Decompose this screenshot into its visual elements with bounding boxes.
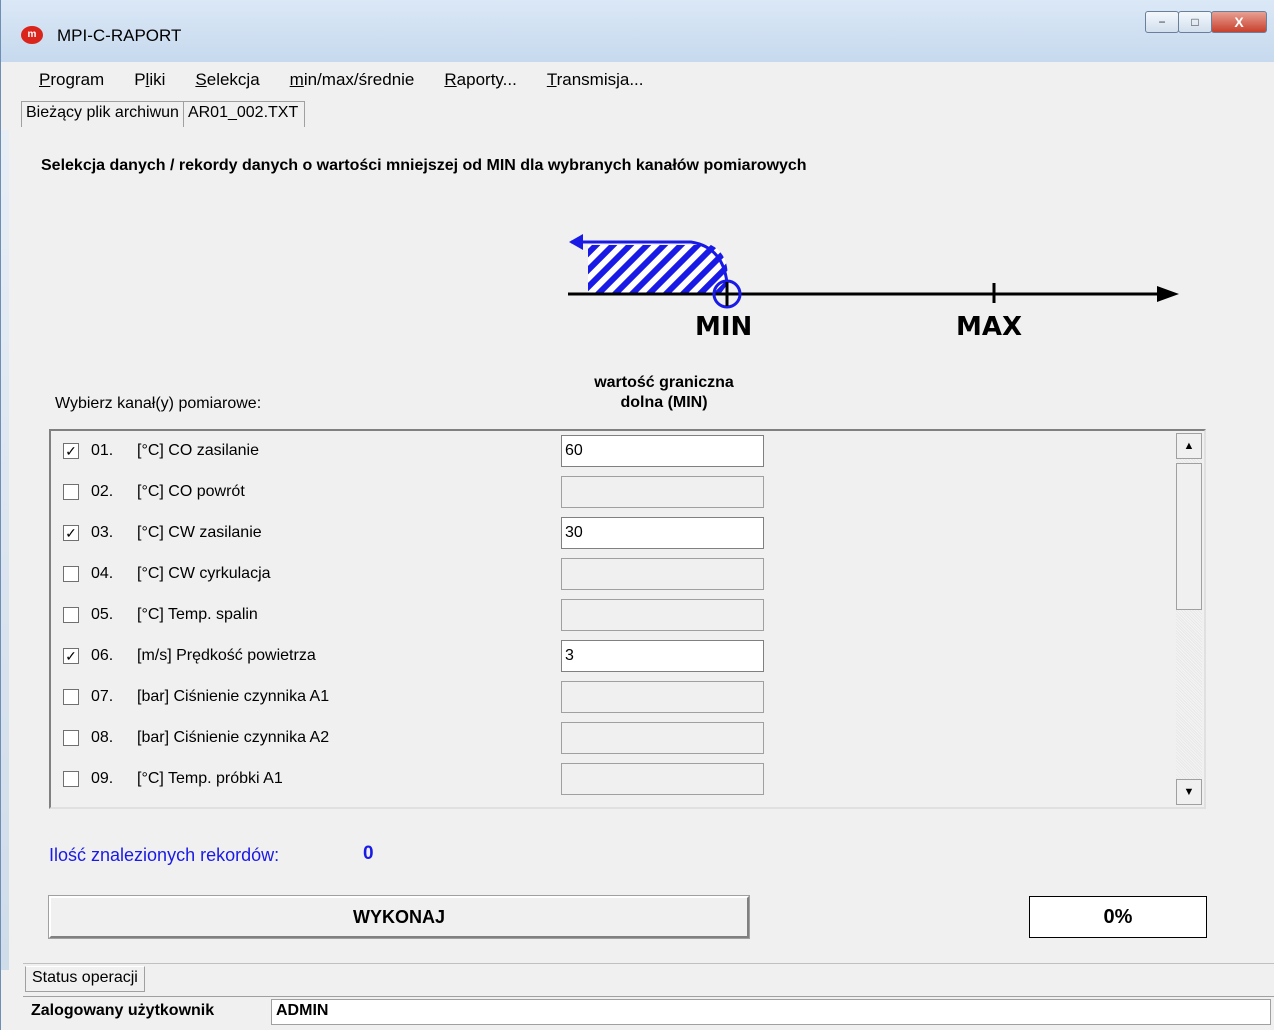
window-title: MPI-C-RAPORT: [57, 26, 182, 45]
channel-number: 08.: [91, 729, 114, 746]
channel-checkbox[interactable]: ✓: [63, 443, 79, 459]
min-value-input[interactable]: [561, 722, 764, 754]
found-records-label: Ilość znalezionych rekordów:: [49, 845, 280, 865]
channel-name: [°C] CW cyrkulacja: [137, 565, 271, 582]
channel-name: [°C] CO zasilanie: [137, 442, 259, 459]
current-file-label: Bieżący plik archiwun: [21, 101, 184, 127]
channel-row: 08. [bar] Ciśnienie czynnika A2: [51, 718, 1171, 759]
app-logo-icon: m: [21, 26, 43, 44]
hatched-area: [588, 245, 728, 293]
channels-label: Wybierz kanał(y) pomiarowe:: [55, 395, 262, 412]
min-column-header-line2: dolna (MIN): [620, 394, 708, 411]
channel-checkbox[interactable]: [63, 484, 79, 500]
min-value-input[interactable]: [561, 558, 764, 590]
scroll-down-icon[interactable]: ▼: [1176, 779, 1202, 805]
channel-name: [m/s] Prędkość powietrza: [137, 647, 316, 664]
channel-row: 05. [°C] Temp. spalin: [51, 595, 1171, 636]
min-value-input[interactable]: [561, 517, 764, 549]
channel-number: 02.: [91, 483, 114, 500]
min-threshold-diagram: [568, 234, 1179, 309]
channel-number: 05.: [91, 606, 114, 623]
channel-checkbox[interactable]: [63, 689, 79, 705]
channel-name: [°C] CO powrót: [137, 483, 245, 500]
axis-arrow-head: [1157, 286, 1179, 302]
channel-row: ✓ 03. [°C] CW zasilanie: [51, 513, 1171, 554]
maximize-button[interactable]: □: [1178, 11, 1212, 33]
channel-checkbox[interactable]: ✓: [63, 648, 79, 664]
main-window: m MPI-C-RAPORT − □ X Program Pliki Selek…: [0, 0, 1274, 1030]
minimize-button[interactable]: −: [1145, 11, 1179, 33]
min-column-header: wartość graniczna dolna (MIN): [561, 373, 767, 413]
channel-number: 03.: [91, 524, 114, 541]
channel-list[interactable]: ✓ 01. [°C] CO zasilanie 02. [°C] CO powr…: [49, 429, 1206, 809]
max-label: MAX: [956, 312, 1023, 342]
channel-name: [°C] Temp. spalin: [137, 606, 258, 623]
channel-number: 04.: [91, 565, 114, 582]
left-edge-strip: [1, 130, 9, 970]
channel-number: 07.: [91, 688, 114, 705]
channel-row: ✓ 01. [°C] CO zasilanie: [51, 431, 1171, 472]
menu-bar: Program Pliki Selekcja min/max/średnie R…: [7, 62, 1269, 98]
min-value-input[interactable]: [561, 640, 764, 672]
menu-pliki[interactable]: Pliki: [119, 70, 180, 90]
channel-name: [bar] Ciśnienie czynnika A2: [137, 729, 330, 746]
close-button[interactable]: X: [1211, 11, 1267, 33]
channel-checkbox[interactable]: [63, 730, 79, 746]
menu-selekcja[interactable]: Selekcja: [180, 70, 274, 90]
menu-raporty[interactable]: Raporty...: [429, 70, 531, 90]
logged-user-value: ADMIN: [271, 999, 1271, 1025]
min-value-input[interactable]: [561, 476, 764, 508]
min-label: MIN: [695, 312, 753, 342]
scroll-up-icon[interactable]: ▲: [1176, 433, 1202, 459]
title-bar[interactable]: m MPI-C-RAPORT − □ X: [1, 0, 1274, 62]
current-file-bar: Bieżący plik archiwun AR01_002.TXT: [21, 101, 306, 127]
channel-name: [°C] Temp. próbki A1: [137, 770, 283, 787]
channel-number: 01.: [91, 442, 114, 459]
current-file-value: AR01_002.TXT: [183, 101, 306, 127]
channel-name: [°C] CW zasilanie: [137, 524, 262, 541]
channel-row: 09. [°C] Temp. próbki A1: [51, 759, 1171, 800]
channel-row: 02. [°C] CO powrót: [51, 472, 1171, 513]
min-value-input[interactable]: [561, 599, 764, 631]
page-title: Selekcja danych / rekordy danych o warto…: [41, 157, 807, 174]
channel-name: [bar] Ciśnienie czynnika A1: [137, 688, 330, 705]
channel-row: 07. [bar] Ciśnienie czynnika A1: [51, 677, 1171, 718]
channel-checkbox[interactable]: [63, 566, 79, 582]
min-column-header-line1: wartość graniczna: [594, 374, 734, 391]
channel-checkbox[interactable]: ✓: [63, 525, 79, 541]
status-label: Status operacji: [25, 966, 145, 992]
vertical-scrollbar[interactable]: ▲ ▼: [1176, 433, 1202, 805]
menu-min-max-srednie[interactable]: min/max/średnie: [275, 70, 430, 90]
status-bar: Status operacji: [23, 963, 1274, 993]
channel-number: 09.: [91, 770, 114, 787]
channel-number: 06.: [91, 647, 114, 664]
progress-indicator: 0%: [1029, 896, 1207, 938]
execute-button[interactable]: WYKONAJ: [48, 895, 750, 939]
min-value-input[interactable]: [561, 681, 764, 713]
logged-user-label: Zalogowany użytkownik: [31, 1002, 215, 1019]
user-bar: Zalogowany użytkownik ADMIN: [23, 996, 1274, 1028]
menu-transmisja[interactable]: Transmisja...: [532, 70, 659, 90]
left-arrow-head: [569, 234, 583, 250]
channel-row: ✓ 06. [m/s] Prędkość powietrza: [51, 636, 1171, 677]
min-value-input[interactable]: [561, 435, 764, 467]
scroll-thumb[interactable]: [1176, 463, 1202, 610]
channel-row: 04. [°C] CW cyrkulacja: [51, 554, 1171, 595]
min-value-input[interactable]: [561, 763, 764, 795]
found-records-count: 0: [363, 843, 374, 864]
channel-checkbox[interactable]: [63, 771, 79, 787]
window-controls: − □ X: [1145, 11, 1267, 33]
channel-checkbox[interactable]: [63, 607, 79, 623]
menu-program[interactable]: Program: [7, 70, 119, 90]
